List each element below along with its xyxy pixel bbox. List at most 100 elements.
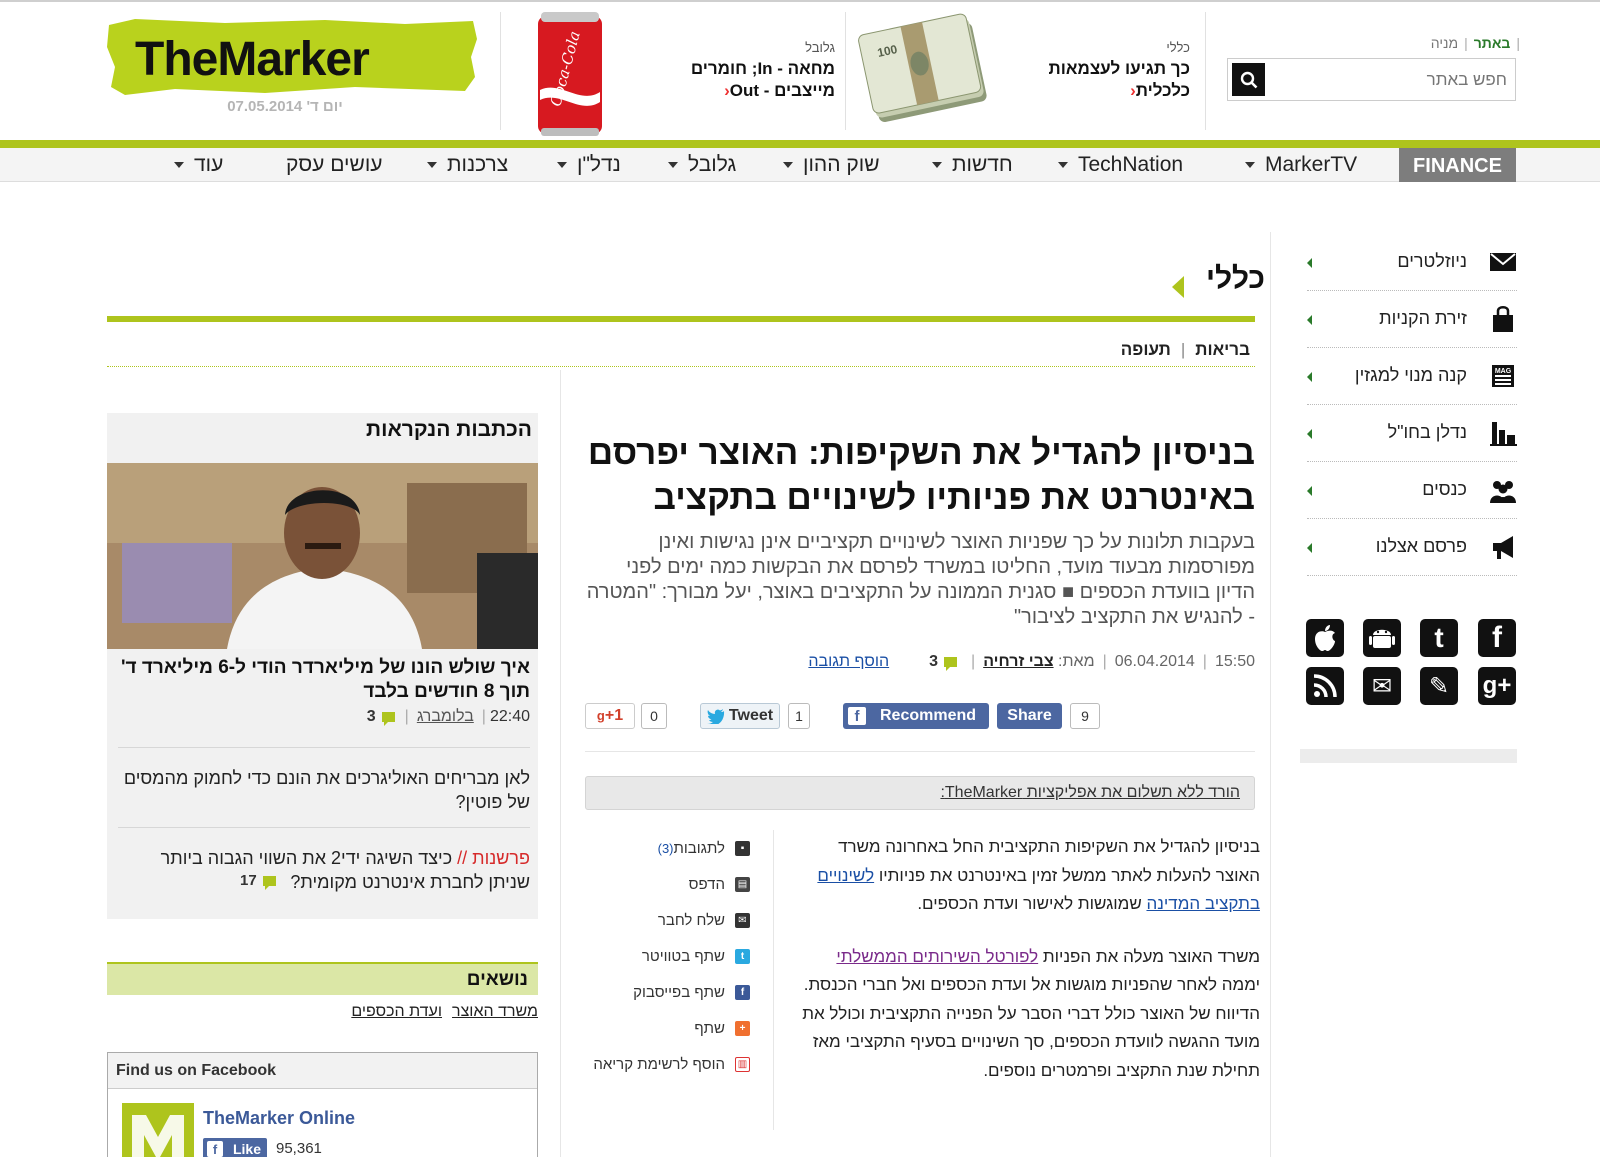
- author-link[interactable]: צבי זרחיה: [983, 653, 1053, 670]
- most-read-image[interactable]: [107, 463, 538, 649]
- nav-item-markertv[interactable]: MarkerTV: [1245, 148, 1357, 182]
- search-box: [1227, 58, 1516, 101]
- tool-reading-list[interactable]: הוסף לרשימת קריאה ▥: [580, 1046, 750, 1082]
- most-read-headline-2[interactable]: לאן מבריחים האוליגרכים את הונם כדי לחמוק…: [120, 766, 530, 814]
- comment-icon: ▪: [735, 840, 750, 856]
- search-scope-stock[interactable]: מניה: [1425, 35, 1464, 51]
- tweet-count: 1: [788, 703, 810, 729]
- twitter-icon: t: [735, 948, 750, 964]
- header-divider: [500, 12, 501, 130]
- item-comments[interactable]: 3: [367, 708, 376, 725]
- body-link[interactable]: לפורטל השירותים הממשלתי: [836, 947, 1038, 966]
- promo-item-2[interactable]: כללי כך תגיעו לעצמאות כלכלית‹: [1020, 40, 1190, 102]
- shopping-bag-icon: [1493, 306, 1513, 332]
- facebook-icon: f: [848, 707, 866, 725]
- rss-icon[interactable]: [1306, 667, 1344, 705]
- most-read-headline-1[interactable]: איך שולש הונו של מיליארדר הודי ל-6 מיליא…: [120, 656, 530, 704]
- apple-icon[interactable]: [1306, 619, 1344, 657]
- nav-item-consumer[interactable]: צרכנות: [427, 148, 508, 182]
- sidebar-item-conferences[interactable]: כנסים: [1307, 462, 1517, 519]
- facebook-page-name[interactable]: TheMarker Online: [203, 1108, 355, 1129]
- section-title[interactable]: כללי: [1170, 262, 1265, 296]
- promo-title-line2[interactable]: כלכלית: [1136, 81, 1190, 100]
- section-rule: [107, 316, 1255, 322]
- sidebar-item-newsletters[interactable]: ניוזלטרים: [1307, 234, 1517, 291]
- tool-send-friend[interactable]: שלח לחבר ✉: [580, 902, 750, 938]
- sidebar-item-magazine[interactable]: קנה מנוי למגזין MAG: [1307, 348, 1517, 405]
- subnav-health[interactable]: בריאות: [1195, 340, 1250, 359]
- facebook-widget: Find us on Facebook TheMarker Online f Li…: [107, 1052, 538, 1157]
- most-read-title: הכתבות הנקראות: [366, 418, 532, 441]
- article-tools: (3) לתגובות ▪ הדפס ▤ שלח לחבר ✉ שתף בטוויטר t…: [580, 830, 750, 1082]
- app-download-link[interactable]: הורד ללא תשלום את אפליקציות TheMarker:: [585, 776, 1255, 810]
- themarker-page-logo[interactable]: [122, 1103, 194, 1157]
- column-divider: [773, 830, 774, 1130]
- tool-share-twitter[interactable]: שתף בטוויטר t: [580, 938, 750, 974]
- promo-image-money[interactable]: 100: [850, 8, 996, 132]
- android-icon[interactable]: [1363, 619, 1401, 657]
- column-divider: [1270, 232, 1271, 1157]
- fb-recommend-button[interactable]: f Recommend: [843, 703, 989, 729]
- search-input[interactable]: [1267, 59, 1507, 100]
- item-source[interactable]: בלומברג: [417, 708, 474, 725]
- tool-share[interactable]: שתף +: [580, 1010, 750, 1046]
- facebook-like-button[interactable]: f Like: [203, 1138, 267, 1157]
- current-date: יום ד' 07.05.2014: [227, 98, 343, 115]
- magazine-icon: MAG: [1492, 365, 1514, 387]
- nav-item-capital-market[interactable]: שוק ההון: [783, 148, 880, 182]
- promo-category: כללי: [1166, 40, 1190, 55]
- facebook-icon[interactable]: f: [1478, 619, 1516, 657]
- tool-share-facebook[interactable]: שתף בפייסבוק f: [580, 974, 750, 1010]
- sidebar-item-realestate-abroad[interactable]: נדלן בחו"ל: [1307, 405, 1517, 462]
- fb-share-button[interactable]: Share: [997, 703, 1062, 729]
- mail-icon: ✉: [735, 912, 750, 928]
- nav-item-global[interactable]: גלובל: [668, 148, 736, 182]
- search-icon: [1240, 71, 1257, 88]
- themarker-logo[interactable]: TheMarker: [105, 17, 480, 97]
- search-button[interactable]: [1232, 63, 1265, 96]
- promo-image-can[interactable]: Coca-Cola: [535, 10, 605, 138]
- logo-marker: Marker: [217, 33, 369, 86]
- comment-bubble-icon: [262, 876, 276, 891]
- sidebar-item-advertise[interactable]: פרסם אצלנו: [1307, 519, 1517, 576]
- list-divider: [118, 747, 530, 748]
- tool-comments[interactable]: (3) לתגובות ▪: [580, 830, 750, 866]
- nav-item-realestate[interactable]: נדל"ן: [557, 148, 621, 182]
- chevron-down-icon: [557, 162, 567, 169]
- promo-title-line1[interactable]: כך תגיעו לעצמאות: [1020, 58, 1190, 80]
- comments-count[interactable]: 3: [929, 653, 938, 670]
- chevron-left-icon: [1307, 543, 1312, 553]
- pencil-icon[interactable]: ✎: [1420, 667, 1458, 705]
- promo-title-line1[interactable]: מחאה - In; חומרים: [640, 58, 835, 80]
- promo-title-line2[interactable]: מייצבים - Out: [730, 81, 835, 100]
- gplus-button[interactable]: g+1: [585, 703, 635, 729]
- add-comment-link[interactable]: הוסף תגובה: [808, 653, 889, 670]
- header-divider: [845, 12, 846, 130]
- tool-print[interactable]: הדפס ▤: [580, 866, 750, 902]
- twitter-icon[interactable]: t: [1420, 619, 1458, 657]
- search-scope-site[interactable]: באתר: [1468, 35, 1517, 51]
- logo-the: The: [135, 33, 218, 86]
- promo-item-1[interactable]: גלובל מחאה - In; חומרים מייצבים - Out‹: [640, 40, 835, 102]
- facebook-icon: f: [207, 1141, 223, 1157]
- mail-icon[interactable]: ✉: [1363, 667, 1401, 705]
- top-border: [0, 0, 1600, 2]
- item-comments[interactable]: 17: [240, 872, 257, 889]
- article-lead: בעקבות תלונות על כך שפניות האוצר לשינויי…: [586, 531, 1255, 628]
- subnav-aviation[interactable]: תעופה: [1121, 340, 1171, 359]
- article-date: 06.04.2014: [1114, 653, 1195, 670]
- googleplus-icon[interactable]: g+: [1478, 667, 1516, 705]
- topic-link[interactable]: ועדת הכספים: [351, 1003, 442, 1020]
- nav-finance-button[interactable]: FINANCE: [1399, 148, 1516, 182]
- nav-item-more[interactable]: עוד: [174, 148, 223, 182]
- topic-link[interactable]: משרד האוצר: [452, 1003, 538, 1020]
- chevron-left-icon: [1307, 486, 1312, 496]
- chevron-left-icon: [1307, 429, 1312, 439]
- sidebar-item-shopping[interactable]: זירת הקניות: [1307, 291, 1517, 348]
- article-paragraph: משרד האוצר מעלה את הפניות לפורטל השירותי…: [802, 946, 1260, 1080]
- tweet-button[interactable]: Tweet: [700, 703, 780, 729]
- nav-item-technation[interactable]: TechNation: [1058, 148, 1183, 182]
- nav-item-business[interactable]: עושים עסק: [286, 148, 383, 182]
- people-icon: [1490, 481, 1516, 503]
- nav-item-news[interactable]: חדשות: [932, 148, 1013, 182]
